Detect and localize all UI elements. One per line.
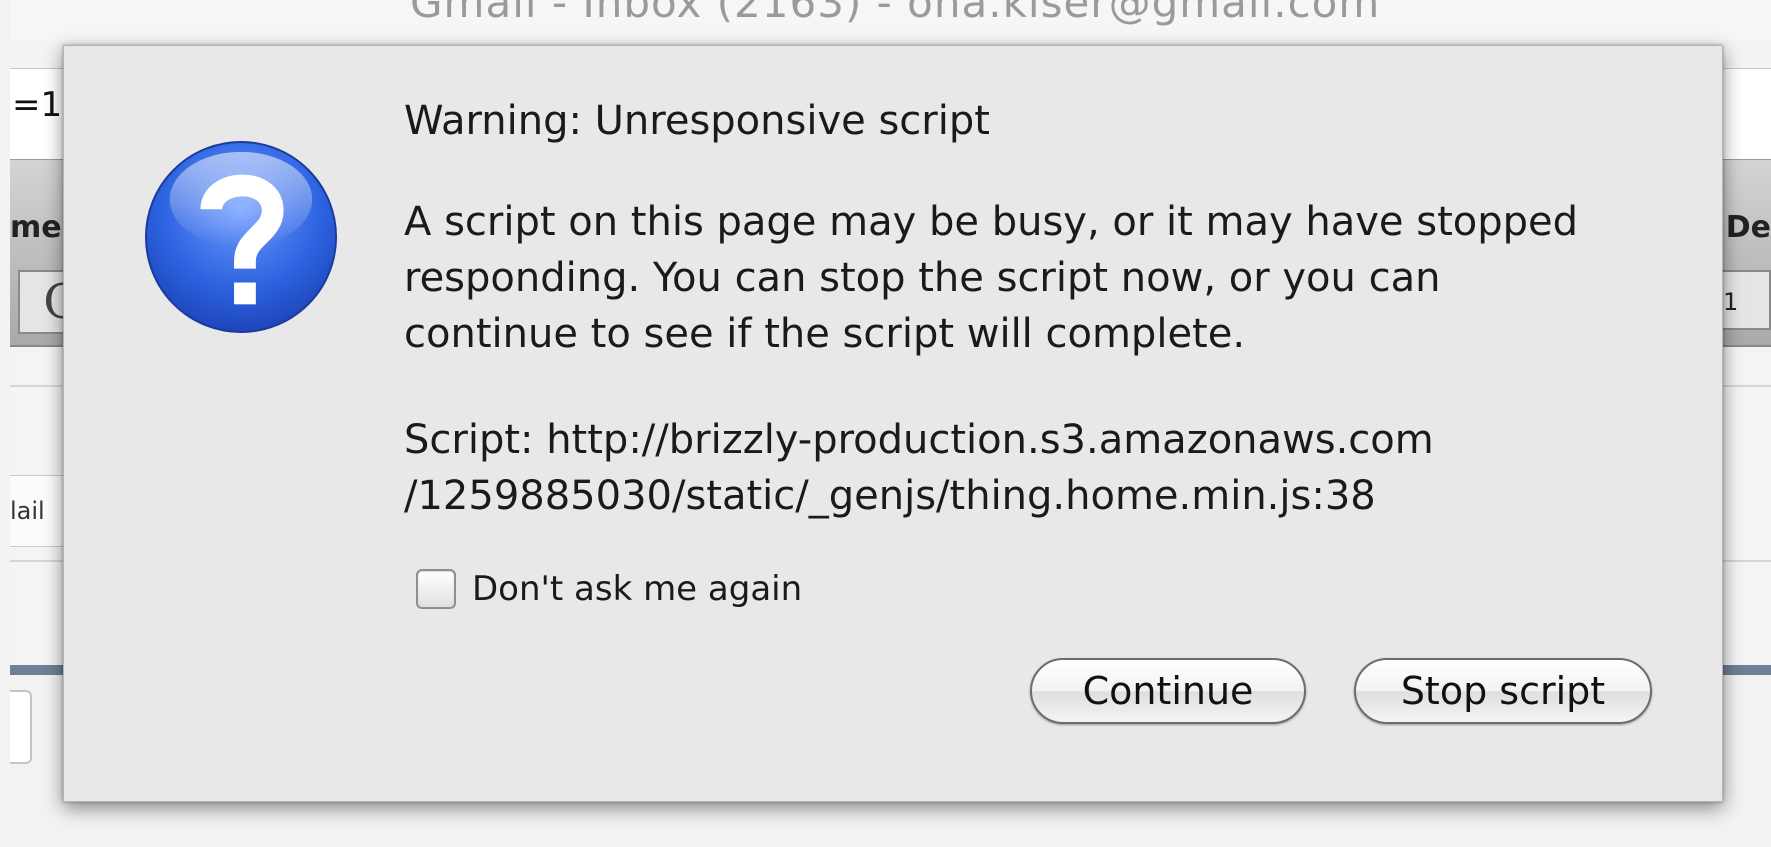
dialog-message: A script on this page may be busy, or it… [404, 199, 1579, 357]
browser-window-title: Gmail - Inbox (2163) - ona.kiser@gmail.c… [410, 0, 1381, 27]
background-bottom-button[interactable] [10, 690, 32, 764]
address-bar-fragment[interactable]: =1 [12, 85, 62, 125]
script-location: Script: http://brizzly-production.s3.ama… [404, 412, 1664, 524]
browser-title-bar: Gmail - Inbox (2163) - ona.kiser@gmail.c… [10, 0, 1771, 40]
dont-ask-again-label[interactable]: Don't ask me again [472, 569, 802, 609]
unresponsive-script-dialog: Warning: Unresponsive script A script on… [63, 45, 1723, 802]
continue-button[interactable]: Continue [1030, 658, 1306, 724]
script-location-line-1: Script: http://brizzly-production.s3.ama… [404, 417, 1434, 463]
dont-ask-again-checkbox[interactable] [416, 569, 456, 609]
script-location-line-2: /1259885030/static/_genjs/thing.home.min… [404, 473, 1376, 519]
dont-ask-again-row[interactable]: Don't ask me again [416, 564, 802, 614]
question-icon [144, 140, 338, 334]
stop-script-button[interactable]: Stop script [1354, 658, 1652, 724]
screen: Gmail - Inbox (2163) - ona.kiser@gmail.c… [0, 0, 1771, 847]
background-column-right: De [1725, 210, 1771, 245]
background-mail-tab[interactable]: lail [10, 475, 71, 547]
background-column-left: me [10, 210, 62, 245]
dialog-title: Warning: Unresponsive script [404, 98, 990, 144]
